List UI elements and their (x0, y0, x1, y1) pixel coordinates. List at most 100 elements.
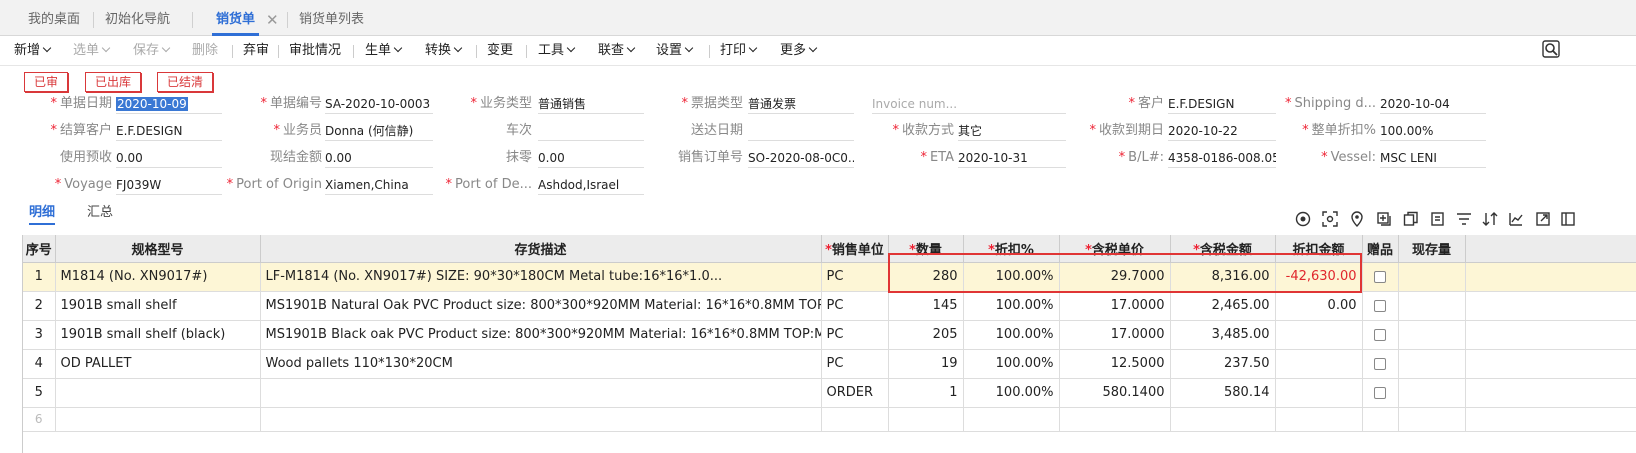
settle-customer-field[interactable]: E.F.DESIGN (116, 121, 222, 141)
cell-qty[interactable]: 1 (888, 378, 964, 408)
cell-amount[interactable]: 580.14 (1170, 378, 1276, 408)
cell-discount-amount[interactable] (1275, 407, 1363, 432)
bl-field[interactable]: 4358-0186-008.050 (1168, 148, 1276, 168)
chart-icon[interactable] (1508, 211, 1524, 227)
filter-icon[interactable] (1456, 211, 1472, 227)
cell-discount[interactable]: 100.00% (963, 262, 1060, 292)
cell-discount[interactable] (963, 407, 1060, 432)
cell-discount-amount[interactable] (1275, 378, 1363, 408)
column-settings-icon[interactable] (1560, 211, 1576, 227)
cell-desc[interactable]: Wood pallets 110*130*20CM (260, 349, 822, 379)
add-row-icon[interactable] (1376, 211, 1392, 227)
cell-qty[interactable]: 145 (888, 291, 964, 321)
tab-sales-delivery-list[interactable]: 销货单列表 (299, 0, 364, 36)
convert-button[interactable]: 转换 (425, 36, 463, 66)
tab-init-nav[interactable]: 初始化导航 (105, 0, 170, 36)
cell-discount-amount[interactable] (1275, 349, 1363, 379)
cell-price[interactable]: 17.0000 (1059, 320, 1171, 350)
gift-checkbox[interactable] (1374, 386, 1386, 399)
writeoff-field[interactable]: 0.00 (538, 148, 644, 168)
change-button[interactable]: 变更 (487, 36, 513, 66)
cell-unit[interactable]: PC (821, 320, 889, 350)
dest-port-field[interactable]: Ashdod,Israel (538, 175, 644, 195)
location-icon[interactable] (1349, 211, 1365, 227)
deliver-date-field[interactable] (748, 121, 854, 141)
save-button[interactable]: 保存 (133, 36, 171, 66)
query-button[interactable]: 联查 (598, 36, 636, 66)
cell-discount[interactable]: 100.00% (963, 378, 1060, 408)
add-button[interactable]: 新增 (14, 36, 52, 66)
customer-field[interactable]: E.F.DESIGN (1168, 94, 1276, 114)
invtype-field[interactable]: 普通发票 (748, 94, 854, 114)
table-row[interactable]: 1 M1814 (No. XN9017#) LF-M1814 (No. XN90… (23, 262, 1636, 292)
table-row[interactable]: 2 1901B small shelf MS1901B Natural Oak … (23, 291, 1636, 321)
cell-spec[interactable] (55, 378, 261, 408)
cell-spec[interactable]: 1901B small shelf (black) (55, 320, 261, 350)
docno-field[interactable]: SA-2020-10-0003 (325, 94, 433, 114)
salesperson-field[interactable]: Donna (何信静) (325, 121, 433, 141)
help-icon[interactable] (1295, 211, 1311, 227)
cell-amount[interactable]: 3,485.00 (1170, 320, 1276, 350)
whole-discount-field[interactable]: 100.00% (1380, 121, 1486, 141)
zoom-search-icon[interactable] (1542, 40, 1560, 58)
tab-summary[interactable]: 汇总 (87, 203, 113, 225)
paymethod-field[interactable]: 其它 (958, 121, 1066, 141)
cell-price[interactable]: 29.7000 (1059, 262, 1171, 292)
cell-amount[interactable] (1170, 407, 1276, 432)
more-button[interactable]: 更多 (780, 36, 818, 66)
cell-unit[interactable]: ORDER (821, 378, 889, 408)
cell-desc[interactable]: MS1901B Black oak PVC Product size: 800*… (260, 320, 822, 350)
cell-price[interactable]: 17.0000 (1059, 291, 1171, 321)
gift-checkbox[interactable] (1374, 357, 1386, 370)
cell-amount[interactable]: 8,316.00 (1170, 262, 1276, 292)
vessel-field[interactable]: MSC LENI (1380, 148, 1486, 168)
cell-price[interactable] (1059, 407, 1171, 432)
cell-desc[interactable]: MS1901B Natural Oak PVC Product size: 80… (260, 291, 822, 321)
trip-field[interactable] (538, 121, 644, 141)
cash-field[interactable]: 0.00 (325, 148, 433, 168)
cell-unit[interactable]: PC (821, 262, 889, 292)
cell-unit[interactable]: PC (821, 349, 889, 379)
table-row[interactable]: 4 OD PALLET Wood pallets 110*130*20CM PC… (23, 349, 1636, 379)
cell-spec[interactable]: OD PALLET (55, 349, 261, 379)
edit-row-icon[interactable] (1430, 211, 1446, 227)
tools-button[interactable]: 工具 (538, 36, 576, 66)
gift-checkbox[interactable] (1374, 299, 1386, 312)
cell-discount-amount[interactable] (1275, 320, 1363, 350)
approval-status-button[interactable]: 审批情况 (289, 36, 341, 66)
cell-desc[interactable] (260, 378, 822, 408)
cell-qty[interactable]: 205 (888, 320, 964, 350)
origin-port-field[interactable]: Xiamen,China (325, 175, 433, 195)
abandon-approval-button[interactable]: 弃审 (243, 36, 269, 66)
cell-qty[interactable]: 19 (888, 349, 964, 379)
tab-my-desktop[interactable]: 我的桌面 (28, 0, 80, 36)
cell-discount[interactable]: 100.00% (963, 291, 1060, 321)
eta-field[interactable]: 2020-10-31 (958, 148, 1066, 168)
cell-discount[interactable]: 100.00% (963, 349, 1060, 379)
sales-order-field[interactable]: SO-2020-08-0C0... (748, 148, 854, 168)
cell-desc[interactable]: LF-M1814 (No. XN9017#) SIZE: 90*30*180CM… (260, 262, 822, 292)
tab-detail[interactable]: 明细 (29, 203, 56, 225)
cell-unit[interactable] (821, 407, 889, 432)
generate-button[interactable]: 生单 (365, 36, 403, 66)
table-row[interactable]: 6 (23, 407, 1636, 432)
select-button[interactable]: 选单 (73, 36, 111, 66)
cell-price[interactable]: 12.5000 (1059, 349, 1171, 379)
cell-spec[interactable]: 1901B small shelf (55, 291, 261, 321)
gift-checkbox[interactable] (1374, 270, 1386, 283)
cell-spec[interactable] (55, 407, 261, 432)
voyage-field[interactable]: FJ039W (116, 175, 222, 195)
cell-discount-amount[interactable]: 0.00 (1275, 291, 1363, 321)
cell-discount-amount[interactable]: -42,630.00 (1275, 262, 1363, 292)
tab-sales-delivery[interactable]: 销货单 (211, 0, 260, 36)
export-icon[interactable] (1535, 211, 1551, 227)
cell-qty[interactable]: 280 (888, 262, 964, 292)
scan-icon[interactable] (1322, 211, 1338, 227)
invoice-number-input[interactable]: Invoice num... (872, 94, 1066, 114)
table-row[interactable]: 3 1901B small shelf (black) MS1901B Blac… (23, 320, 1636, 350)
cell-amount[interactable]: 2,465.00 (1170, 291, 1276, 321)
settings-button[interactable]: 设置 (656, 36, 694, 66)
copy-row-icon[interactable] (1403, 211, 1419, 227)
cell-discount[interactable]: 100.00% (963, 320, 1060, 350)
cell-qty[interactable] (888, 407, 964, 432)
